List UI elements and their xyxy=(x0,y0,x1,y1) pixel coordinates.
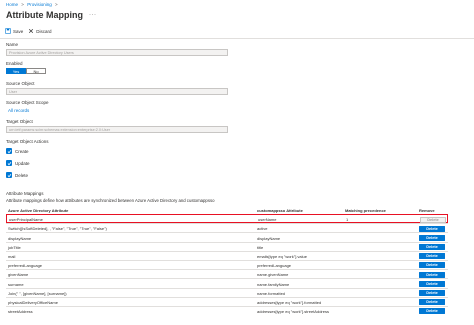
table-row[interactable]: preferredLanguage preferredLanguage Delete xyxy=(6,259,448,269)
more-options-icon[interactable]: ··· xyxy=(89,12,97,18)
delete-mapping-button[interactable]: Delete xyxy=(419,225,445,232)
target-attribute-cell: name.formatted xyxy=(257,290,286,296)
matching-precedence-cell: 1 xyxy=(346,217,349,223)
close-icon xyxy=(29,28,34,34)
table-row[interactable]: streetAddress addresses[type eq "work"].s… xyxy=(6,305,448,315)
source-attribute-cell: Join(" ", [givenName], [surname]) xyxy=(8,290,67,296)
table-header: Azure Active Directory Attribute customa… xyxy=(6,206,448,214)
table-row[interactable]: userPrincipalName userName 1 Delete xyxy=(6,214,448,224)
table-row[interactable]: jobTitle title Delete xyxy=(6,241,448,251)
breadcrumb-separator: > xyxy=(21,2,24,7)
save-icon xyxy=(5,28,11,34)
save-label: Save xyxy=(13,28,24,34)
table-row[interactable]: Join(" ", [givenName], [surname]) name.fo… xyxy=(6,287,448,297)
create-checkbox[interactable]: Create xyxy=(6,148,29,154)
checkbox-checked-icon xyxy=(6,160,12,166)
target-attribute-cell: addresses[type eq "work"].formatted xyxy=(257,299,322,305)
target-attribute-cell: displayName xyxy=(257,235,281,241)
target-attribute-cell: addresses[type eq "work"].streetAddress xyxy=(257,309,329,315)
save-button[interactable]: Save xyxy=(5,28,23,34)
page-title: Attribute Mapping xyxy=(6,10,83,20)
source-attribute-cell: streetAddress xyxy=(8,309,33,315)
source-scope-label: Source Object Scope xyxy=(6,100,49,105)
source-object-field[interactable]: User xyxy=(6,88,228,95)
delete-mapping-button[interactable]: Delete xyxy=(419,253,445,260)
table-row[interactable]: givenName name.givenName Delete xyxy=(6,269,448,278)
name-label: Name xyxy=(6,42,19,47)
create-label: Create xyxy=(15,148,29,154)
toolbar-divider xyxy=(0,38,474,39)
enabled-toggle: Yes No xyxy=(6,68,46,74)
source-attribute-cell: surname xyxy=(8,281,24,287)
target-attribute-cell: name.familyName xyxy=(257,281,290,287)
update-label: Update xyxy=(15,160,30,166)
delete-label: Delete xyxy=(15,172,29,178)
target-attribute-cell: userName xyxy=(258,217,277,223)
delete-mapping-button[interactable]: Delete xyxy=(419,299,445,306)
checkbox-checked-icon xyxy=(6,148,12,154)
attribute-mappings-description: Attribute mappings define how attributes… xyxy=(6,198,215,203)
page-header: Attribute Mapping ··· xyxy=(6,10,97,20)
source-attribute-cell: physicalDeliveryOfficeName xyxy=(8,299,58,305)
table-row[interactable]: Switch([IsSoftDeleted], , "False", "True… xyxy=(6,223,448,232)
delete-mapping-button[interactable]: Delete xyxy=(419,234,445,241)
table-row[interactable]: surname name.familyName Delete xyxy=(6,278,448,287)
source-attribute-cell: displayName xyxy=(8,235,32,241)
source-object-label: Source Object xyxy=(6,81,35,86)
attribute-mappings-title: Attribute Mappings xyxy=(6,191,44,196)
delete-checkbox[interactable]: Delete xyxy=(6,172,28,178)
table-row[interactable]: physicalDeliveryOfficeName addresses[type… xyxy=(6,296,448,306)
attribute-mappings-table: Azure Active Directory Attribute customa… xyxy=(6,206,448,315)
header-matching-precedence: Matching precedence xyxy=(345,208,386,213)
breadcrumb: Home > Provisioning > xyxy=(6,2,60,7)
delete-mapping-button[interactable]: Delete xyxy=(419,262,445,269)
delete-mapping-button[interactable]: Delete xyxy=(420,216,446,223)
target-attribute-cell: preferredLanguage xyxy=(257,263,292,269)
delete-mapping-button[interactable]: Delete xyxy=(419,308,445,315)
breadcrumb-home[interactable]: Home xyxy=(6,2,18,7)
table-body: userPrincipalName userName 1 Delete Switch([… xyxy=(6,214,448,315)
header-source-attribute: Azure Active Directory Attribute xyxy=(8,208,69,213)
delete-mapping-button[interactable]: Delete xyxy=(419,290,445,296)
target-attribute-cell: name.givenName xyxy=(257,272,289,278)
source-attribute-cell: preferredLanguage xyxy=(8,263,43,269)
source-attribute-cell: givenName xyxy=(8,272,29,278)
update-checkbox[interactable]: Update xyxy=(6,160,30,166)
toolbar: Save Discard xyxy=(5,28,57,34)
checkbox-checked-icon xyxy=(6,172,12,178)
target-attribute-cell: emails[type eq "work"].value xyxy=(257,254,307,260)
name-field[interactable]: Provision Azure Active Directory Users xyxy=(6,49,228,56)
enabled-label: Enabled xyxy=(6,61,23,66)
source-attribute-cell: mail xyxy=(8,254,16,260)
discard-button[interactable]: Discard xyxy=(28,28,52,34)
table-row[interactable]: displayName displayName Delete xyxy=(6,232,448,241)
target-attribute-cell: active xyxy=(257,226,268,232)
delete-mapping-button[interactable]: Delete xyxy=(419,271,445,278)
table-row[interactable]: mail emails[type eq "work"].value Delete xyxy=(6,250,448,260)
header-remove: Remove xyxy=(419,208,435,213)
target-actions-label: Target Object Actions xyxy=(6,139,49,144)
header-target-attribute: customappsso Attribute xyxy=(257,208,303,213)
breadcrumb-provisioning[interactable]: Provisioning xyxy=(27,2,52,7)
delete-mapping-button[interactable]: Delete xyxy=(419,244,445,251)
target-object-field[interactable]: urn:ietf:params:scim:schemas:extension:e… xyxy=(6,126,228,133)
source-attribute-cell: jobTitle xyxy=(8,244,21,250)
enabled-yes-option[interactable]: Yes xyxy=(6,68,26,74)
source-scope-link[interactable]: All records xyxy=(8,108,29,113)
enabled-no-option[interactable]: No xyxy=(26,68,46,74)
target-object-label: Target Object xyxy=(6,119,33,124)
source-attribute-cell: userPrincipalName xyxy=(9,217,43,223)
breadcrumb-separator: > xyxy=(54,2,58,7)
source-attribute-cell: Switch([IsSoftDeleted], , "False", "True… xyxy=(8,226,107,232)
target-attribute-cell: title xyxy=(257,244,264,250)
delete-mapping-button[interactable]: Delete xyxy=(419,280,445,287)
discard-label: Discard xyxy=(36,28,52,34)
